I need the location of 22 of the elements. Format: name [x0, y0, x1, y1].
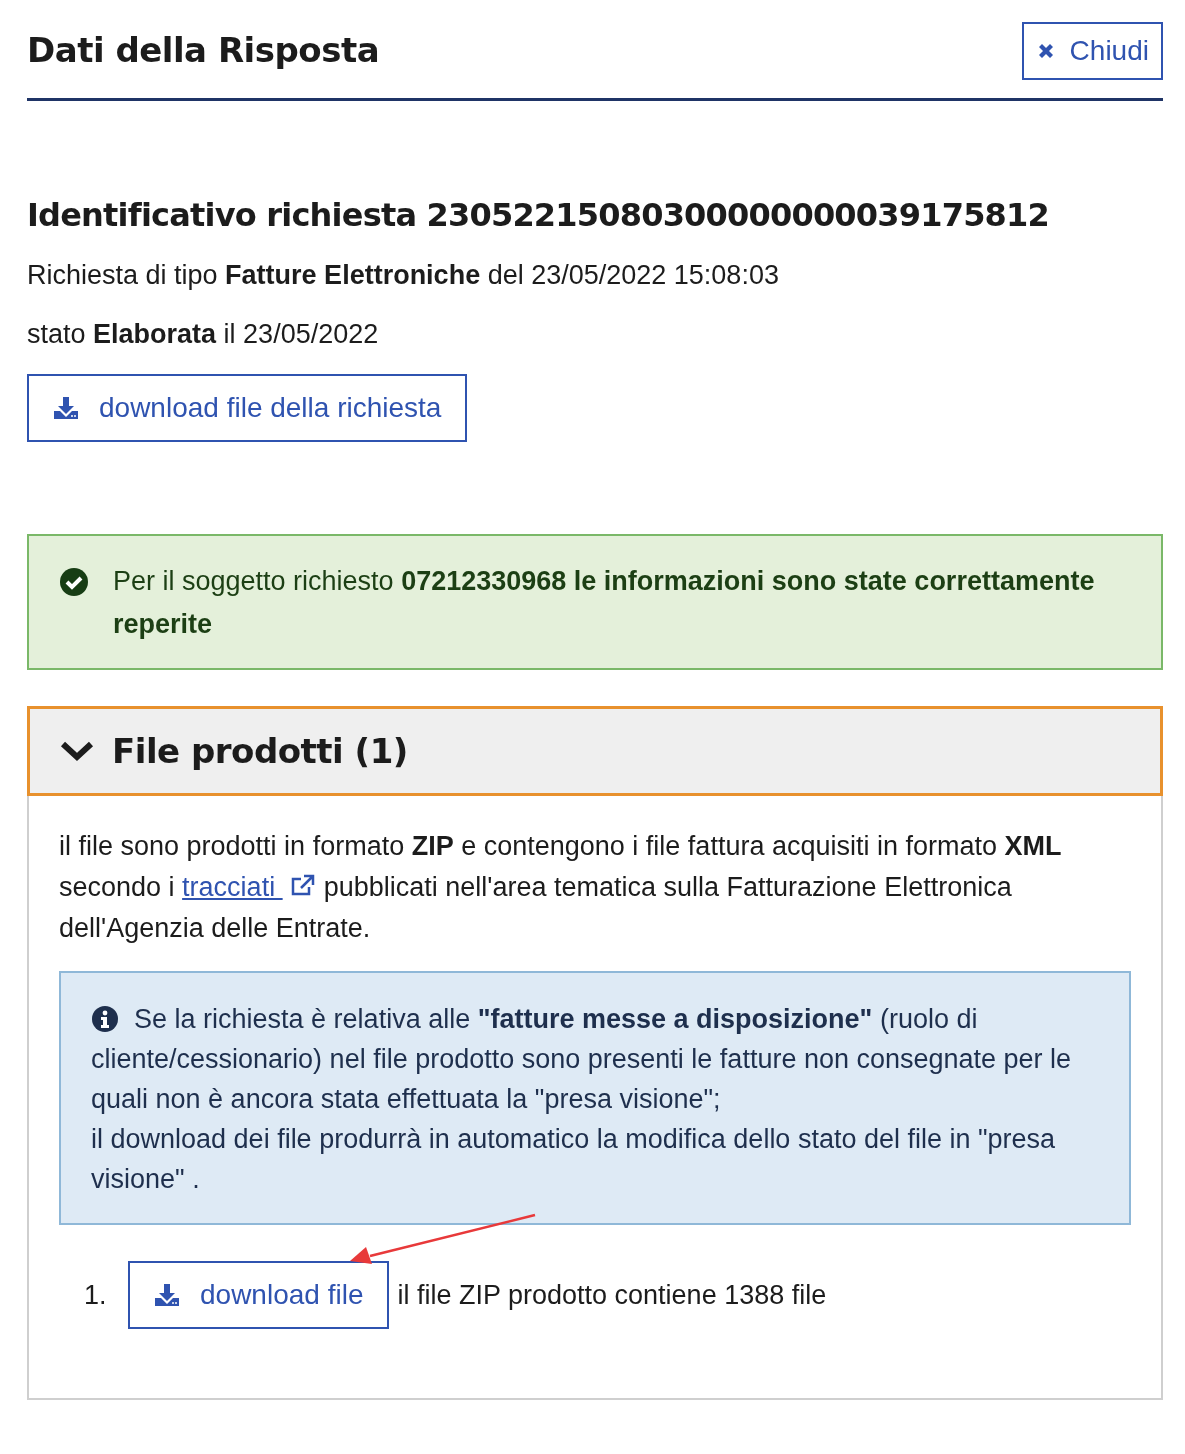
download-request-button[interactable]: download file della richiesta	[27, 374, 468, 442]
download-icon	[53, 396, 79, 420]
description-text: il file sono prodotti in formato ZIP e contengono i file fattura acquisiti in formato XML secondo i tracciati pubblicati nell'area tematica sulla Fatturazione Elettronica dell'Agenzia delle Entrate.	[59, 830, 1063, 945]
external-link-icon	[290, 874, 317, 898]
request-type-text: Richiesta di tipo Fatture Elettroniche del 23/05/2022 15:08:03	[27, 260, 780, 291]
accordion-title: File prodotti (1)	[112, 731, 408, 771]
file-note: il file ZIP prodotto contiene 1388 file	[397, 1279, 827, 1311]
tracciati-link[interactable]: tracciati	[182, 872, 283, 902]
request-id-heading: Identificativo richiesta 23052215080300000000039175812	[27, 196, 1051, 234]
alert-message: Per il soggetto richiesto 07212330968 le informazioni sono state correttamente reperite	[113, 565, 1096, 641]
download-file-button[interactable]: download file	[128, 1261, 390, 1329]
request-status-text: stato Elaborata il 23/05/2022	[27, 319, 380, 350]
list-number: 1.	[84, 1279, 108, 1311]
close-button[interactable]: Chiudi	[1021, 22, 1163, 80]
page-title: Dati della Risposta	[27, 30, 380, 70]
info-icon	[91, 1005, 119, 1033]
info-text: Se la richiesta è relativa alle "fatture messe a disposizione" (ruolo di cliente/cessionario) nel file prodotto sono presenti le fatture non consegnate per le quali non è ancora stata effettuata la "presa visione";	[91, 1003, 1073, 1116]
info-text: il download dei file produrrà in automatico la modifica dello stato del file in "presa visione" .	[91, 1123, 1057, 1196]
accordion-header[interactable]: File prodotti (1)	[27, 706, 1163, 796]
check-circle-icon	[59, 567, 89, 597]
download-icon	[154, 1283, 180, 1307]
chevron-icon	[60, 740, 94, 762]
